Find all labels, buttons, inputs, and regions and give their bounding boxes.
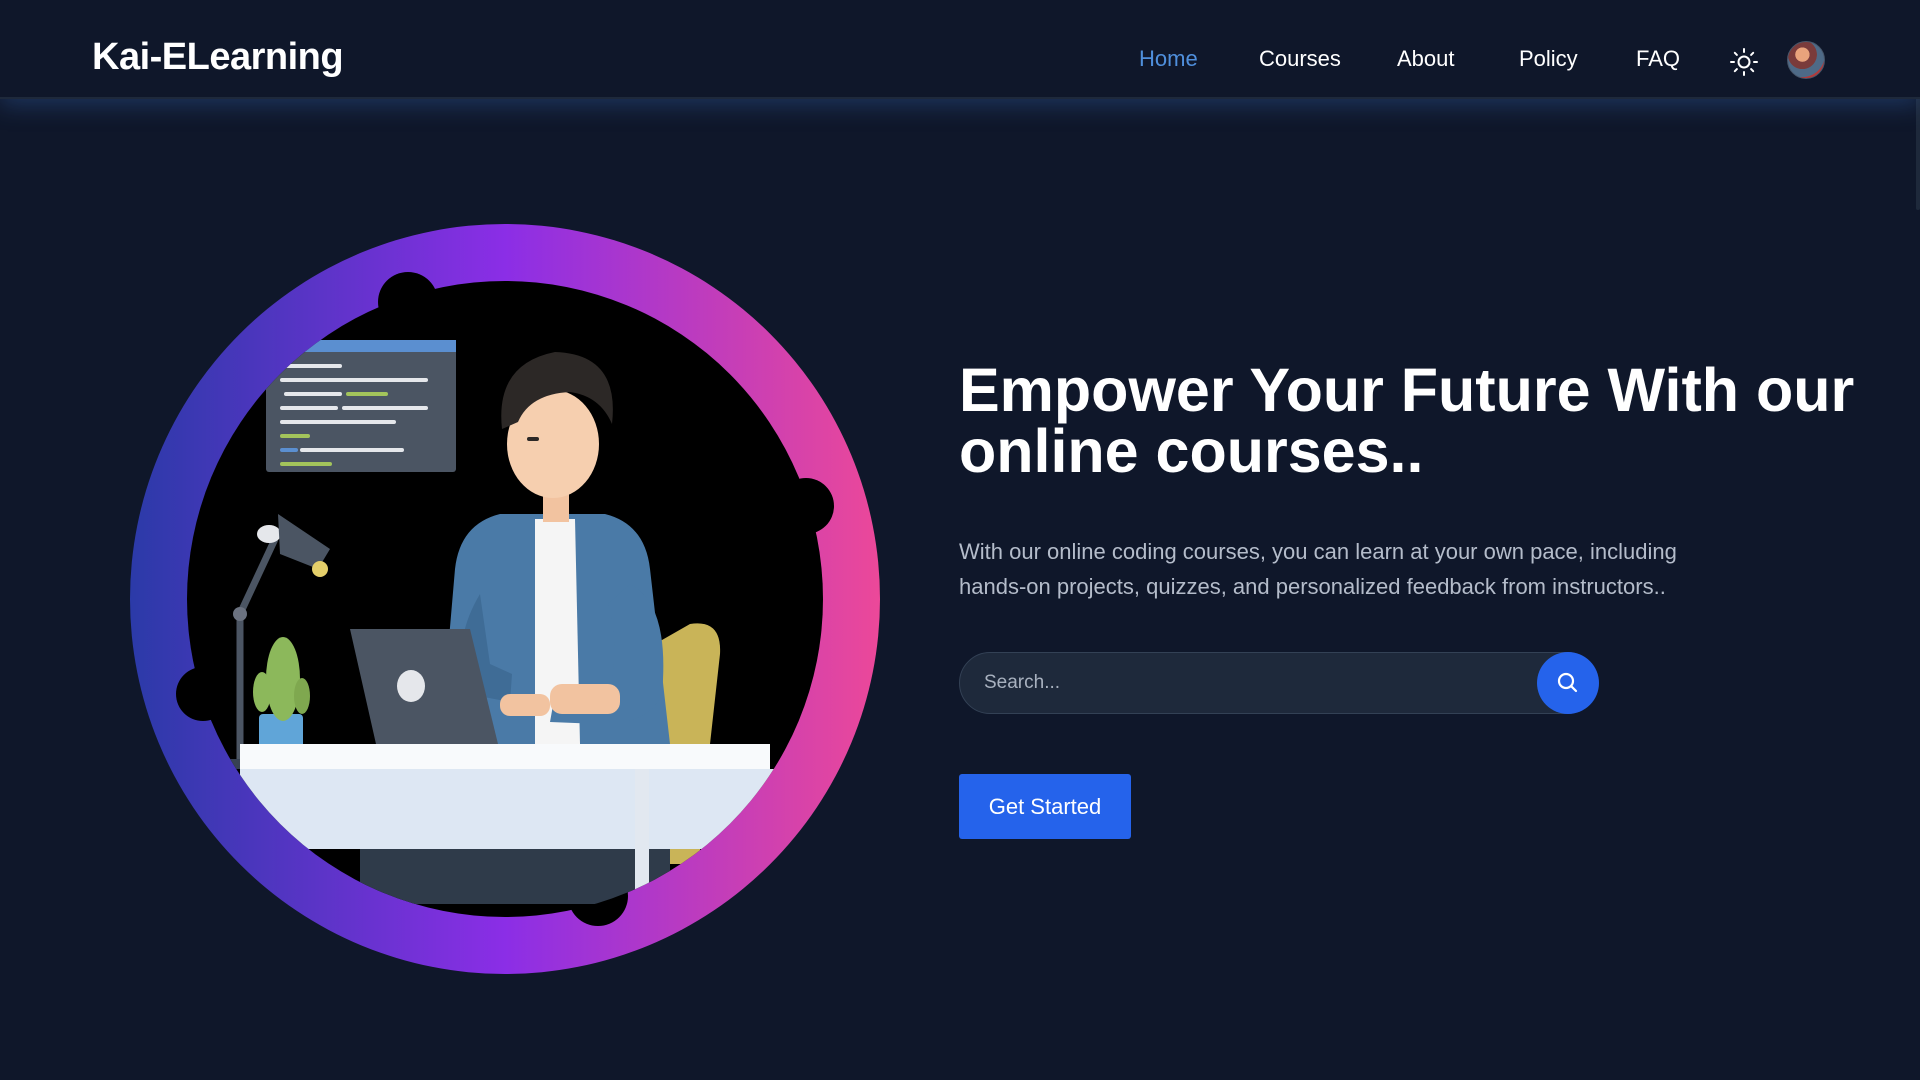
search-bar: [959, 652, 1599, 714]
search-icon: [1557, 672, 1578, 693]
nav-about-link[interactable]: About: [1397, 46, 1455, 72]
developer-at-laptop-illustration: [130, 224, 880, 974]
top-navbar: Kai-ELearning Home Courses About Policy …: [0, 0, 1920, 99]
nav-courses-link[interactable]: Courses: [1259, 46, 1341, 72]
hero-description: With our online coding courses, you can …: [959, 539, 1677, 599]
user-avatar[interactable]: [1787, 41, 1825, 79]
search-button[interactable]: [1537, 652, 1599, 714]
search-input[interactable]: [984, 653, 1504, 713]
sun-icon: [1730, 48, 1758, 76]
page-scrollbar[interactable]: [1912, 0, 1920, 1080]
nav-home-link[interactable]: Home: [1139, 46, 1198, 72]
theme-toggle-button[interactable]: [1726, 44, 1762, 80]
site-logo[interactable]: Kai-ELearning: [92, 36, 344, 79]
hero-headline: Empower Your Future With our online cour…: [959, 356, 1855, 485]
nav-policy-link[interactable]: Policy: [1519, 46, 1578, 72]
get-started-button[interactable]: Get Started: [959, 774, 1131, 839]
nav-faq-link[interactable]: FAQ: [1636, 46, 1680, 72]
